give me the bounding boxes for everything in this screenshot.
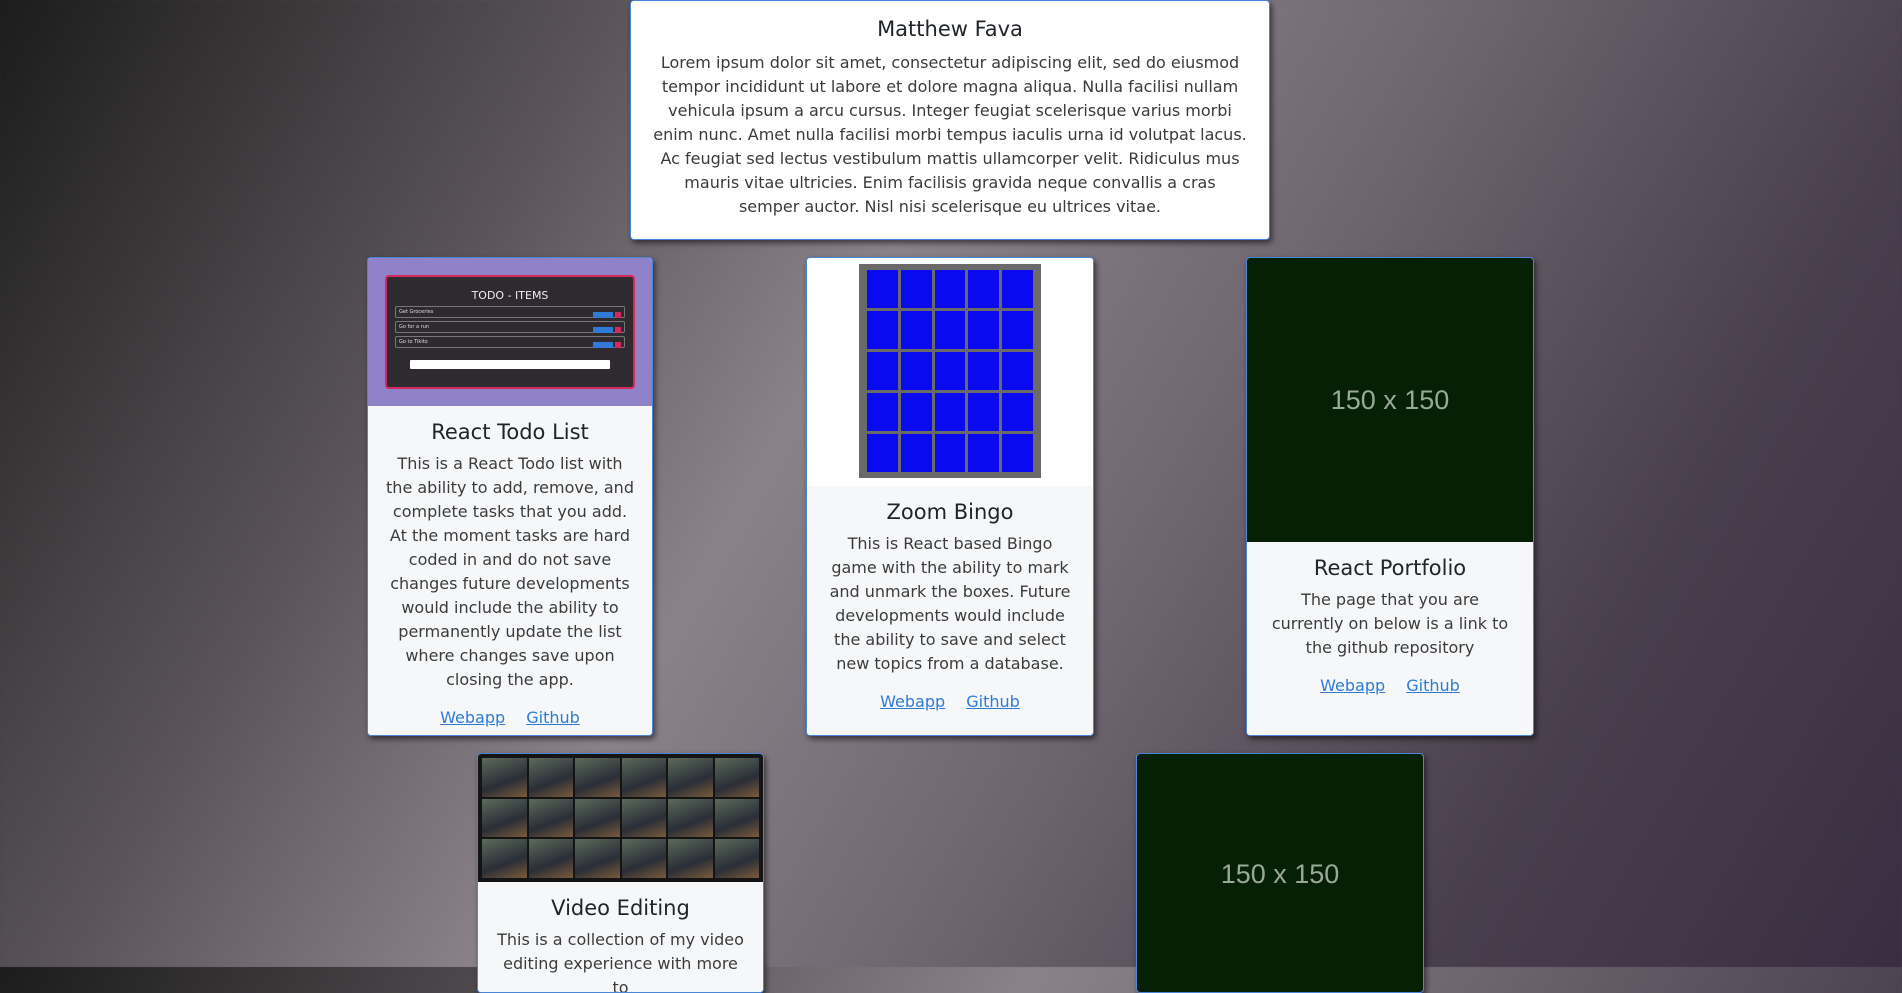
github-link[interactable]: Github [1406,676,1460,695]
webapp-link[interactable]: Webapp [1320,676,1385,695]
project-links: Webapp Github [384,708,636,727]
project-title: Video Editing [551,896,690,920]
hero-card: Matthew Fava Lorem ipsum dolor sit amet,… [630,0,1270,240]
todo-preview-title: TODO - ITEMS [471,289,549,302]
project-title: Zoom Bingo [886,500,1014,524]
webapp-link[interactable]: Webapp [440,708,505,727]
todo-preview-row: Get Groceries [395,306,625,318]
github-link[interactable]: Github [526,708,580,727]
todo-preview: TODO - ITEMS Get Groceries Go for a run … [385,275,635,389]
card-body: React Todo List This is a React Todo lis… [368,406,652,735]
github-link[interactable]: Github [966,692,1020,711]
project-title: React Todo List [431,420,589,444]
todo-preview-row: Go for a run [395,321,625,333]
project-card-portfolio: 150 x 150 React Portfolio The page that … [1246,257,1534,736]
project-description: This is a React Todo list with the abili… [386,454,634,689]
todo-preview-item: Go to Tikito [399,339,428,345]
project-card-video: Video Editing This is a collection of my… [477,753,764,993]
card-body: Video Editing This is a collection of my… [478,882,763,993]
project-description: This is React based Bingo game with the … [829,534,1071,673]
project-title: React Portfolio [1313,556,1467,580]
project-description: This is a collection of my video editing… [497,930,744,993]
project-card-todo: TODO - ITEMS Get Groceries Go for a run … [367,257,653,736]
project-card-placeholder: 150 x 150 [1136,753,1424,993]
card-body: React Portfolio The page that you are cu… [1247,542,1533,735]
placeholder-image: 150 x 150 [1137,754,1423,992]
card-body: Zoom Bingo This is React based Bingo gam… [807,486,1093,735]
project-links: Webapp Github [1263,676,1517,695]
todo-preview-item: Get Groceries [399,309,434,315]
todo-thumbnail: TODO - ITEMS Get Groceries Go for a run … [368,258,652,406]
hero-name: Matthew Fava [877,17,1023,41]
project-card-bingo: Zoom Bingo This is React based Bingo gam… [806,257,1094,736]
todo-preview-row: Go to Tikito [395,336,625,348]
todo-preview-item: Go for a run [399,324,430,330]
bingo-thumbnail [807,258,1093,486]
project-links: Webapp Github [823,692,1077,711]
bingo-grid [859,264,1041,478]
placeholder-image: 150 x 150 [1247,258,1533,542]
project-description: The page that you are currently on below… [1271,590,1509,657]
video-thumbnail [478,754,763,882]
todo-preview-input [410,360,610,369]
webapp-link[interactable]: Webapp [880,692,945,711]
hero-bio: Lorem ipsum dolor sit amet, consectetur … [653,53,1247,216]
